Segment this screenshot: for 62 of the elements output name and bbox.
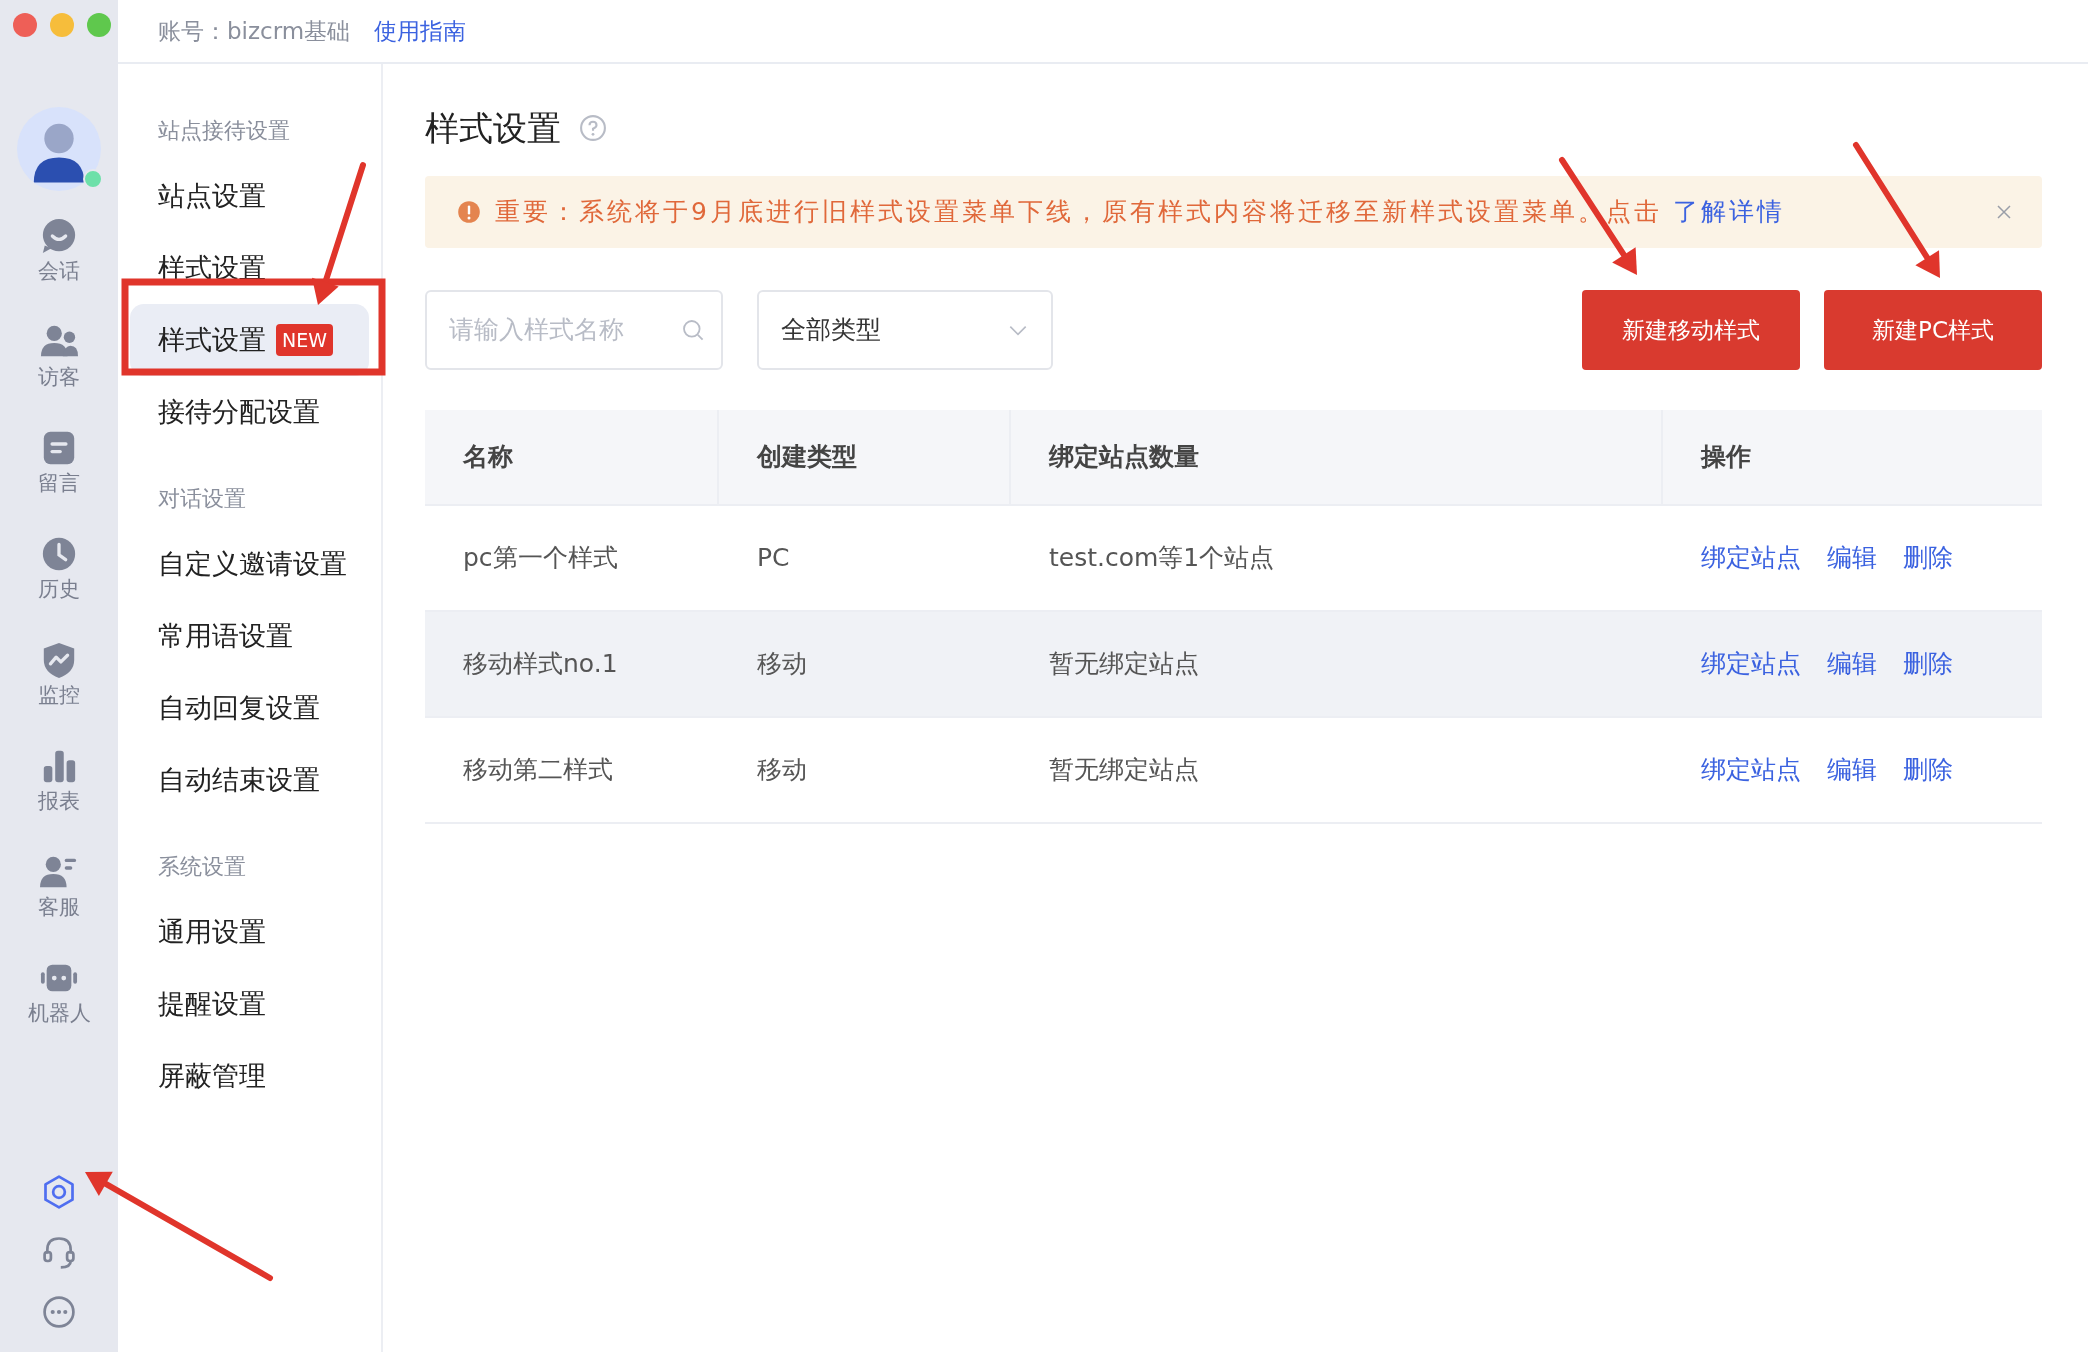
menu-section-heading: 站点接待设置 [157,116,291,145]
menu-item[interactable]: 自定义邀请设置 [130,528,369,600]
alert-text: 重要：系统将于9月底进行旧样式设置菜单下线，原有样式内容将迁移至新样式设置菜单。点击 了解详情 [495,196,1785,229]
new-tag: NEW [276,323,333,357]
action-link[interactable]: 删除 [1903,751,1953,789]
account-label: 账号：bizcrm基础 [158,16,351,46]
menu-section-heading: 系统设置 [157,852,247,881]
table-cell-text: 暂无绑定站点 [1048,754,1200,787]
nav-label[interactable]: 会话 [38,259,80,285]
action-link[interactable]: 绑定站点 [1701,751,1801,789]
menu-item[interactable]: 屏蔽管理 [130,1040,369,1112]
nav-label[interactable]: 监控 [38,683,80,709]
menu-item[interactable]: 常用语设置 [130,600,369,672]
table-cell-text: 移动 [756,754,808,787]
column-header: 绑定站点数量 [1011,410,1663,504]
column-header: 名称 [425,410,719,504]
menu-item[interactable]: 接待分配设置 [130,376,369,448]
details-link[interactable]: 了解详情 [1672,197,1785,227]
action-link[interactable]: 编辑 [1827,751,1877,789]
nav-label[interactable]: 留言 [38,471,80,497]
close-window-button[interactable] [13,13,37,37]
nav-label[interactable]: 机器人 [27,1001,91,1027]
guide-link[interactable]: 使用指南 [374,13,467,49]
menu-item[interactable]: 自动回复设置 [130,672,369,744]
settings-icon[interactable] [41,1174,77,1210]
action-link[interactable]: 绑定站点 [1701,645,1801,683]
search-field[interactable]: 请输入样式名称 [425,290,723,370]
menu-item[interactable]: 提醒设置 [130,968,369,1040]
search-icon [681,318,705,342]
column-header: 操作 [1699,441,1752,474]
nav-label[interactable]: 报表 [38,789,80,815]
new-pc-style-button[interactable]: 新建PC样式 [1824,290,2042,370]
zoom-window-button[interactable] [87,13,111,37]
action-link[interactable]: 删除 [1903,645,1953,683]
type-dropdown[interactable]: 全部类型 [757,290,1053,370]
menu-item[interactable]: 自动结束设置 [130,744,369,816]
table-cell-text: pc第一个样式 [462,542,619,575]
table-cell-text: PC [756,542,791,575]
action-link[interactable]: 编辑 [1827,645,1877,683]
nav-label[interactable]: 历史 [38,577,80,603]
nav-label[interactable]: 访客 [38,365,80,391]
menu-section-heading: 对话设置 [157,484,247,513]
help-icon[interactable] [579,114,607,142]
menu-item[interactable]: 样式设置 [130,232,369,304]
more-icon[interactable] [41,1294,77,1330]
menu-item[interactable]: 站点设置 [130,160,369,232]
new-mobile-style-button[interactable]: 新建移动样式 [1582,290,1800,370]
table-cell-text: 暂无绑定站点 [1048,648,1200,681]
chat-icon[interactable] [40,217,78,256]
menu-item[interactable]: 通用设置 [130,896,369,968]
warning-icon [457,200,481,224]
table-cell-text: test.com等1个站点 [1048,542,1276,575]
table-cell-text: 移动 [756,648,808,681]
action-link[interactable]: 编辑 [1827,539,1877,577]
table-cell-text: 移动第二样式 [462,754,614,787]
table-cell-text: 移动样式no.1 [462,648,619,681]
page-title: 样式设置 [425,106,561,150]
nav-label[interactable]: 客服 [38,895,80,921]
column-header: 创建类型 [719,410,1011,504]
headset-icon[interactable] [41,1234,77,1270]
action-link[interactable]: 绑定站点 [1701,539,1801,577]
action-link[interactable]: 删除 [1903,539,1953,577]
